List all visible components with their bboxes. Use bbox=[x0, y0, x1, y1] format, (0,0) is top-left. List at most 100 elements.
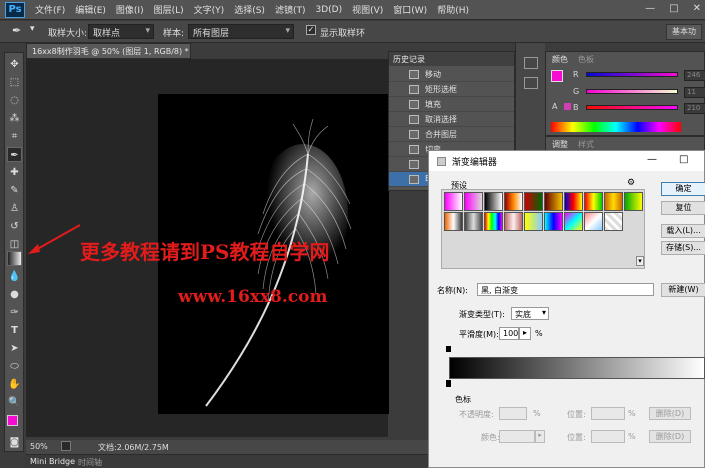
eyedropper-tool-icon[interactable]: ✒ bbox=[7, 147, 22, 162]
chevron-down-icon[interactable]: ▾ bbox=[30, 24, 35, 34]
move-tool-icon[interactable]: ✥ bbox=[7, 57, 22, 72]
preset-swatch[interactable] bbox=[524, 212, 543, 231]
panel-icon[interactable] bbox=[524, 77, 538, 89]
preset-swatch[interactable] bbox=[604, 192, 623, 211]
color-spectrum[interactable] bbox=[551, 122, 681, 132]
type-tool-icon[interactable]: T bbox=[7, 323, 22, 338]
preset-swatch[interactable] bbox=[564, 212, 583, 231]
menu-filter[interactable]: 滤镜(T) bbox=[275, 3, 306, 16]
menu-3d[interactable]: 3D(D) bbox=[315, 5, 342, 15]
preset-swatch[interactable] bbox=[624, 192, 643, 211]
history-brush-tool-icon[interactable]: ↺ bbox=[7, 219, 22, 234]
tab-styles[interactable]: 样式 bbox=[578, 139, 594, 150]
quick-mask-icon[interactable]: ◙ bbox=[7, 435, 22, 450]
foreground-color-swatch[interactable] bbox=[551, 70, 563, 82]
document-tab[interactable]: 16xx8制作羽毛 @ 50% (图层 1, RGB/8) * × bbox=[26, 43, 191, 59]
clone-stamp-tool-icon[interactable]: ♙ bbox=[7, 201, 22, 216]
menu-help[interactable]: 帮助(H) bbox=[437, 3, 469, 16]
preset-swatch[interactable] bbox=[444, 192, 463, 211]
ok-button[interactable]: 确定 bbox=[661, 182, 705, 196]
preset-swatch[interactable] bbox=[444, 212, 463, 231]
preset-swatch[interactable] bbox=[544, 212, 563, 231]
preset-swatch[interactable] bbox=[504, 192, 523, 211]
workspace-button[interactable]: 基本功 bbox=[666, 24, 702, 40]
reset-button[interactable]: 复位 bbox=[661, 201, 705, 215]
panel-icon[interactable] bbox=[524, 57, 538, 69]
preset-swatch[interactable] bbox=[524, 192, 543, 211]
show-ring-checkbox[interactable]: ✓ bbox=[306, 25, 316, 35]
tab-adjustments[interactable]: 调整 bbox=[552, 139, 568, 150]
healing-brush-tool-icon[interactable]: ✚ bbox=[7, 165, 22, 180]
eyedropper-icon[interactable]: ✒ bbox=[12, 24, 21, 37]
save-button[interactable]: 存储(S)... bbox=[661, 241, 705, 255]
dodge-tool-icon[interactable]: ● bbox=[7, 287, 22, 302]
history-item[interactable]: 填充 bbox=[389, 97, 514, 112]
tab-mini-bridge[interactable]: Mini Bridge bbox=[30, 457, 75, 466]
hand-tool-icon[interactable]: ✋ bbox=[7, 377, 22, 392]
brush-tool-icon[interactable]: ✎ bbox=[7, 183, 22, 198]
foreground-color-swatch[interactable] bbox=[7, 415, 18, 426]
history-item[interactable]: 矩形选框 bbox=[389, 82, 514, 97]
channel-b-value[interactable]: 210 bbox=[684, 103, 705, 114]
dialog-titlebar[interactable]: 渐变编辑器 — □ bbox=[429, 151, 704, 171]
preset-swatch[interactable] bbox=[584, 212, 603, 231]
gradient-preview-bar[interactable] bbox=[449, 357, 705, 379]
zoom-level[interactable]: 50% bbox=[30, 442, 48, 451]
smoothness-dropdown-icon[interactable]: ▸ bbox=[519, 327, 531, 340]
blur-tool-icon[interactable]: 💧 bbox=[7, 269, 22, 284]
menu-image[interactable]: 图像(I) bbox=[116, 3, 144, 16]
menu-type[interactable]: 文字(Y) bbox=[194, 3, 225, 16]
preset-swatch[interactable] bbox=[464, 212, 483, 231]
restore-button[interactable]: □ bbox=[669, 3, 678, 14]
channel-b-slider[interactable] bbox=[586, 105, 678, 110]
channel-g-slider[interactable] bbox=[586, 89, 678, 94]
shape-tool-icon[interactable]: ⬭ bbox=[7, 359, 22, 374]
preset-swatch[interactable] bbox=[484, 192, 503, 211]
gradient-tool-icon[interactable] bbox=[7, 251, 22, 266]
history-item[interactable]: 取消选择 bbox=[389, 112, 514, 127]
channel-r-value[interactable]: 246 bbox=[684, 70, 705, 81]
close-button[interactable]: ✕ bbox=[693, 3, 701, 14]
preset-swatch[interactable] bbox=[464, 192, 483, 211]
gamut-swatch[interactable] bbox=[564, 103, 571, 110]
menu-layer[interactable]: 图层(L) bbox=[154, 3, 184, 16]
new-button[interactable]: 新建(W) bbox=[661, 283, 705, 297]
channel-r-slider[interactable] bbox=[586, 72, 678, 77]
dialog-maximize-button[interactable]: □ bbox=[679, 154, 688, 165]
zoom-tool-icon[interactable]: 🔍 bbox=[7, 395, 22, 410]
menu-edit[interactable]: 编辑(E) bbox=[75, 3, 106, 16]
menu-window[interactable]: 窗口(W) bbox=[393, 3, 427, 16]
gradient-type-select[interactable]: 实底 ▾ bbox=[511, 307, 549, 320]
history-item[interactable]: 移动 bbox=[389, 67, 514, 82]
preset-swatch[interactable] bbox=[564, 192, 583, 211]
gear-icon[interactable]: ⚙ bbox=[627, 178, 635, 188]
preset-swatch[interactable] bbox=[504, 212, 523, 231]
menu-view[interactable]: 视图(V) bbox=[352, 3, 383, 16]
history-item[interactable]: 合并图层 bbox=[389, 127, 514, 142]
load-button[interactable]: 载入(L)... bbox=[661, 224, 705, 238]
opacity-stop-left[interactable] bbox=[446, 346, 451, 352]
pen-tool-icon[interactable]: ✑ bbox=[7, 305, 22, 320]
channel-g-value[interactable]: 11 bbox=[684, 87, 705, 98]
preset-swatch[interactable] bbox=[604, 212, 623, 231]
smoothness-input[interactable]: 100 bbox=[499, 327, 519, 340]
preset-swatch[interactable] bbox=[584, 192, 603, 211]
lasso-tool-icon[interactable]: ◌ bbox=[7, 93, 22, 108]
gradient-name-input[interactable]: 黑, 白渐变 bbox=[477, 283, 654, 296]
sample-select[interactable]: 所有图层 bbox=[188, 24, 294, 39]
dialog-minimize-button[interactable]: — bbox=[647, 154, 657, 165]
menu-file[interactable]: 文件(F) bbox=[35, 3, 65, 16]
sample-size-select[interactable]: 取样点 bbox=[88, 24, 154, 39]
minimize-button[interactable]: — bbox=[645, 3, 655, 14]
scroll-icon[interactable]: ▾ bbox=[636, 256, 644, 266]
preset-swatch[interactable] bbox=[544, 192, 563, 211]
tab-swatches[interactable]: 色板 bbox=[578, 54, 594, 65]
crop-tool-icon[interactable]: ⌗ bbox=[7, 129, 22, 144]
color-stop-left[interactable] bbox=[446, 380, 451, 387]
menu-select[interactable]: 选择(S) bbox=[234, 3, 265, 16]
history-panel-title[interactable]: 历史记录 bbox=[389, 52, 514, 66]
tab-timeline[interactable]: 时间轴 bbox=[78, 457, 102, 468]
magic-wand-tool-icon[interactable]: ⁂ bbox=[7, 111, 22, 126]
tab-color[interactable]: 颜色 bbox=[552, 54, 568, 65]
marquee-tool-icon[interactable]: ⬚ bbox=[7, 75, 22, 90]
